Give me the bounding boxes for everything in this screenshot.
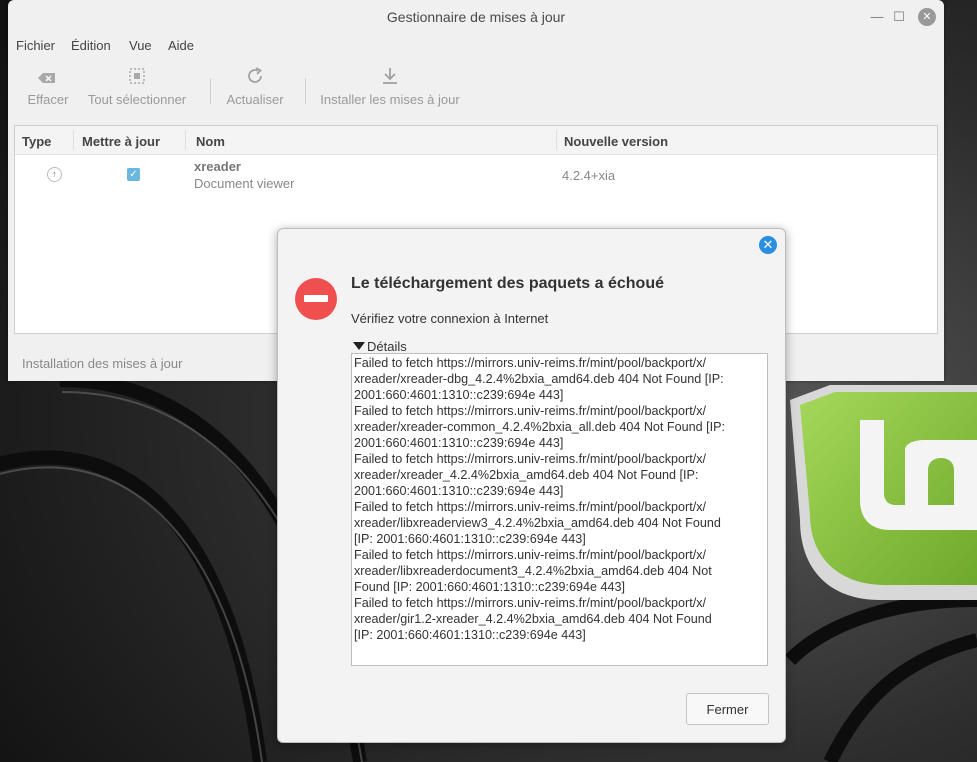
select-all-button[interactable]: Tout sélectionner: [85, 64, 189, 107]
details-line: xreader/libxreaderview3_4.2.4%2bxia_amd6…: [354, 516, 721, 530]
upgrade-type-icon: ↑: [47, 167, 62, 182]
details-line: xreader/xreader_4.2.4%2bxia_amd64.deb 40…: [354, 468, 699, 482]
details-line: Found [IP: 2001:660:4601:1310::c239:694e…: [354, 580, 625, 594]
details-line: Failed to fetch https://mirrors.univ-rei…: [354, 404, 707, 418]
column-header-version[interactable]: Nouvelle version: [564, 134, 668, 149]
details-line: Failed to fetch https://mirrors.univ-rei…: [354, 452, 707, 466]
details-textview[interactable]: Failed to fetch https://mirrors.univ-rei…: [351, 353, 768, 666]
toolbar-separator: [210, 78, 211, 104]
details-line: xreader/libxreaderdocument3_4.2.4%2bxia_…: [354, 564, 712, 578]
dialog-close-button[interactable]: ✕: [759, 236, 777, 254]
error-icon: [295, 278, 337, 320]
details-label: Détails: [367, 339, 407, 354]
install-updates-label: Installer les mises à jour: [320, 92, 460, 107]
package-name: xreader: [194, 159, 241, 174]
package-description: Document viewer: [194, 176, 295, 191]
minimize-button[interactable]: —: [868, 8, 886, 26]
window-title: Gestionnaire de mises à jour: [386, 9, 566, 25]
refresh-icon: [248, 67, 262, 83]
details-line: xreader/xreader-dbg_4.2.4%2bxia_amd64.de…: [354, 372, 724, 386]
details-line: xreader/gir1.2-xreader_4.2.4%2bxia_amd64…: [354, 612, 712, 626]
details-line: 2001:660:4601:1310::c239:694e 443]: [354, 484, 564, 498]
window-close-button[interactable]: ✕: [918, 8, 936, 26]
toolbar: Effacer Tout sélectionner Actualiser Ins…: [8, 64, 944, 114]
status-text: Installation des mises à jour: [22, 356, 183, 371]
titlebar[interactable]: Gestionnaire de mises à jour — ☐ ✕: [8, 0, 944, 34]
details-line: [IP: 2001:660:4601:1310::c239:694e 443]: [354, 532, 586, 546]
package-version: 4.2.4+xia: [562, 168, 616, 183]
select-all-icon: [129, 68, 145, 84]
table-header: Type Mettre à jour Nom Nouvelle version: [15, 126, 937, 155]
dialog-message: Vérifiez votre connexion à Internet: [351, 311, 549, 326]
update-checkbox[interactable]: ✓: [127, 168, 140, 181]
refresh-button[interactable]: Actualiser: [225, 64, 285, 107]
clear-label: Effacer: [27, 92, 69, 107]
toolbar-separator: [305, 78, 306, 104]
fermer-button[interactable]: Fermer: [686, 693, 769, 725]
clear-button[interactable]: Effacer: [20, 64, 76, 107]
menu-aide[interactable]: Aide: [168, 38, 194, 53]
column-separator: [556, 130, 557, 150]
details-line: 2001:660:4601:1310::c239:694e 443]: [354, 436, 564, 450]
column-header-type[interactable]: Type: [22, 134, 51, 149]
dialog-title: Le téléchargement des paquets a échoué: [351, 275, 664, 292]
details-expander[interactable]: Détails: [353, 339, 407, 354]
details-line: [IP: 2001:660:4601:1310::c239:694e 443]: [354, 628, 586, 642]
column-separator: [185, 130, 186, 150]
details-line: Failed to fetch https://mirrors.univ-rei…: [354, 356, 707, 370]
column-header-update[interactable]: Mettre à jour: [82, 134, 160, 149]
table-row[interactable]: ↑ ✓ xreader Document viewer 4.2.4+xia: [15, 155, 937, 195]
details-line: xreader/xreader-common_4.2.4%2bxia_all.d…: [354, 420, 726, 434]
maximize-button[interactable]: ☐: [890, 8, 908, 26]
download-failed-dialog: ✕ Le téléchargement des paquets a échoué…: [277, 228, 786, 743]
download-icon: [383, 68, 397, 84]
expander-triangle-icon: [353, 342, 365, 350]
details-line: Failed to fetch https://mirrors.univ-rei…: [354, 596, 707, 610]
install-updates-button[interactable]: Installer les mises à jour: [320, 64, 460, 107]
menu-vue[interactable]: Vue: [129, 38, 152, 53]
linux-mint-logo: [790, 385, 977, 600]
menu-edition[interactable]: Édition: [71, 38, 111, 53]
select-all-label: Tout sélectionner: [87, 92, 187, 107]
menu-fichier[interactable]: Fichier: [16, 38, 55, 53]
column-header-name[interactable]: Nom: [196, 134, 225, 149]
details-line: Failed to fetch https://mirrors.univ-rei…: [354, 500, 707, 514]
column-separator: [73, 130, 74, 150]
refresh-label: Actualiser: [226, 92, 284, 107]
details-line: 2001:660:4601:1310::c239:694e 443]: [354, 388, 564, 402]
clear-icon: [38, 73, 55, 83]
details-line: Failed to fetch https://mirrors.univ-rei…: [354, 548, 707, 562]
